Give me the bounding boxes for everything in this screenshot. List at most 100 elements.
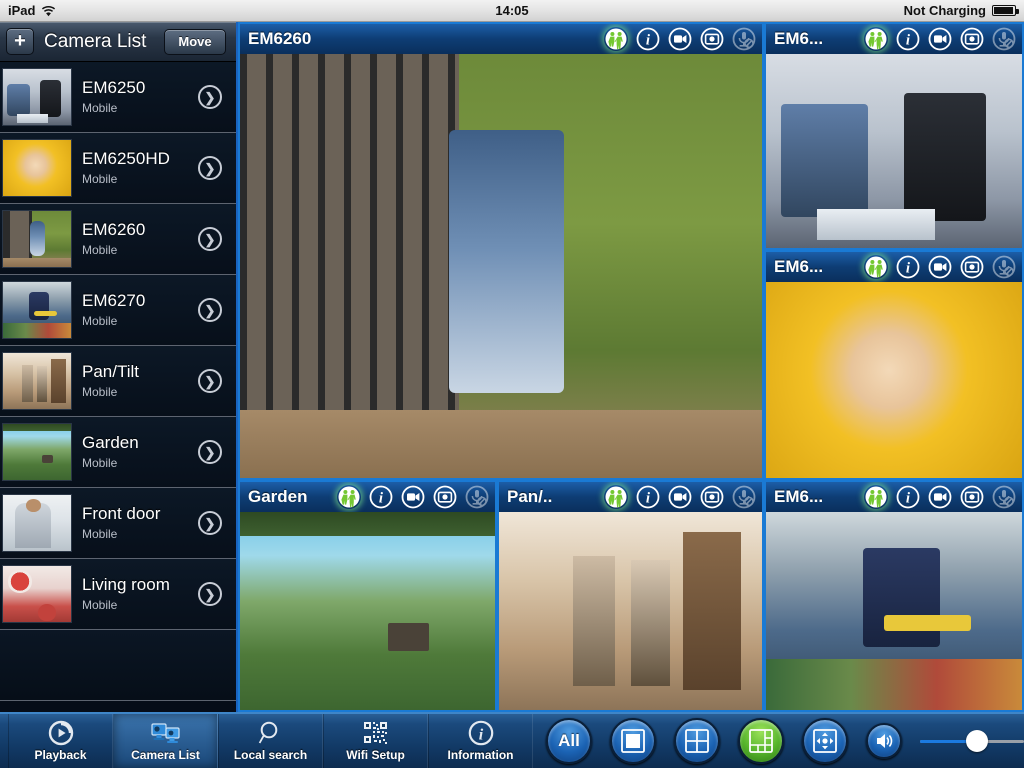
camera-thumbnail — [2, 68, 72, 126]
info-icon[interactable]: i — [896, 255, 920, 279]
camera-meta: EM6250HD Mobile — [82, 149, 198, 187]
camera-list-item[interactable]: EM6260 Mobile ❯ — [0, 204, 236, 275]
pane-title: EM6... — [774, 487, 824, 506]
camera-connection: Mobile — [82, 527, 118, 541]
chevron-right-icon[interactable]: ❯ — [198, 440, 222, 464]
info-icon: i — [468, 720, 493, 746]
speaker-button[interactable] — [866, 723, 902, 759]
info-icon[interactable]: i — [896, 27, 920, 51]
video-pane[interactable]: EM6260 i — [238, 22, 764, 480]
record-video-icon[interactable] — [928, 27, 952, 51]
record-video-icon[interactable] — [928, 255, 952, 279]
snapshot-icon[interactable] — [700, 27, 724, 51]
chevron-right-icon[interactable]: ❯ — [198, 369, 222, 393]
snapshot-icon[interactable] — [960, 485, 984, 509]
camera-list-item[interactable]: EM6250HD Mobile ❯ — [0, 133, 236, 204]
record-video-icon[interactable] — [928, 485, 952, 509]
toolbar-tabs[interactable]: Playback Camera List Local search Wifi S… — [0, 714, 536, 768]
motion-detect-icon[interactable] — [604, 485, 628, 509]
camera-connection: Mobile — [82, 385, 118, 399]
chevron-right-icon[interactable]: ❯ — [198, 85, 222, 109]
chevron-right-icon[interactable]: ❯ — [198, 298, 222, 322]
motion-detect-icon[interactable] — [864, 255, 888, 279]
video-pane[interactable]: Garden i — [238, 480, 497, 712]
toolbar-tab-camera-list[interactable]: Camera List — [113, 714, 218, 768]
camera-list[interactable]: EM6250 Mobile ❯ EM6250HD Mobile ❯ EM6260… — [0, 62, 236, 712]
camera-meta: EM6250 Mobile — [82, 78, 198, 116]
add-camera-button[interactable]: + — [6, 28, 34, 55]
motion-detect-icon[interactable] — [604, 27, 628, 51]
toolbar-tab-wifi-setup[interactable]: Wifi Setup — [323, 714, 428, 768]
info-icon[interactable]: i — [896, 485, 920, 509]
chevron-right-icon[interactable]: ❯ — [198, 156, 222, 180]
camera-meta: Front door Mobile — [82, 504, 198, 542]
chevron-right-icon[interactable]: ❯ — [198, 511, 222, 535]
pane-video[interactable] — [766, 512, 1022, 710]
pane-title: Garden — [248, 487, 308, 506]
camera-list-item[interactable]: Front door Mobile ❯ — [0, 488, 236, 559]
video-pane[interactable]: EM6... i — [764, 480, 1024, 712]
camera-list-item[interactable]: EM6250 Mobile ❯ — [0, 62, 236, 133]
snapshot-icon[interactable] — [700, 485, 724, 509]
camera-list-item[interactable]: Living room Mobile ❯ — [0, 559, 236, 630]
record-video-icon[interactable] — [668, 27, 692, 51]
layout-1-button[interactable] — [610, 718, 656, 764]
info-icon[interactable]: i — [636, 27, 660, 51]
motion-detect-icon[interactable] — [864, 27, 888, 51]
toolbar-tab-playback[interactable]: Playback — [8, 714, 113, 768]
pan-tilt-button[interactable] — [802, 718, 848, 764]
pane-video[interactable] — [499, 512, 762, 710]
pane-video[interactable] — [766, 54, 1022, 248]
snapshot-icon[interactable] — [433, 485, 457, 509]
bottom-toolbar: Playback Camera List Local search Wifi S… — [0, 712, 1024, 768]
motion-detect-icon[interactable] — [337, 485, 361, 509]
pane-icon-group[interactable]: i — [864, 252, 1016, 282]
move-button[interactable]: Move — [164, 28, 226, 55]
camera-name: EM6270 — [82, 291, 146, 310]
chevron-right-icon[interactable]: ❯ — [198, 227, 222, 251]
pane-icon-group[interactable]: i — [864, 24, 1016, 54]
pane-video[interactable] — [240, 54, 762, 478]
pane-icon-group[interactable]: i — [864, 482, 1016, 512]
camera-connection: Mobile — [82, 172, 118, 186]
pane-icon-group[interactable]: i — [337, 482, 489, 512]
pane-icon-group[interactable]: i — [604, 24, 756, 54]
camera-list-item[interactable]: Pan/Tilt Mobile ❯ — [0, 346, 236, 417]
microphone-off-icon[interactable] — [992, 255, 1016, 279]
camera-list-item[interactable]: EM6270 Mobile ❯ — [0, 275, 236, 346]
info-icon[interactable]: i — [369, 485, 393, 509]
camera-list-item[interactable]: Garden Mobile ❯ — [0, 417, 236, 488]
camera-name: Front door — [82, 504, 161, 523]
microphone-off-icon[interactable] — [732, 27, 756, 51]
camera-connection: Mobile — [82, 314, 118, 328]
info-icon[interactable]: i — [636, 485, 660, 509]
video-pane[interactable]: EM6... i — [764, 22, 1024, 250]
layout-6-button[interactable] — [738, 718, 784, 764]
snapshot-icon[interactable] — [960, 255, 984, 279]
camera-connection: Mobile — [82, 243, 118, 257]
record-video-icon[interactable] — [668, 485, 692, 509]
volume-knob[interactable] — [966, 730, 989, 752]
video-pane[interactable]: Pan/.. i — [497, 480, 764, 712]
qr-code-icon — [363, 722, 387, 744]
svg-text:i: i — [646, 491, 651, 507]
camera-thumbnail — [2, 494, 72, 552]
volume-slider[interactable] — [920, 728, 1024, 754]
toolbar-tab-local-search[interactable]: Local search — [218, 714, 323, 768]
motion-detect-icon[interactable] — [864, 485, 888, 509]
chevron-right-icon[interactable]: ❯ — [198, 582, 222, 606]
layout-4-button[interactable] — [674, 718, 720, 764]
pane-icon-group[interactable]: i — [604, 482, 756, 512]
all-cameras-button[interactable]: All — [546, 718, 592, 764]
microphone-off-icon[interactable] — [992, 27, 1016, 51]
microphone-off-icon[interactable] — [992, 485, 1016, 509]
microphone-off-icon[interactable] — [732, 485, 756, 509]
snapshot-icon[interactable] — [960, 27, 984, 51]
record-video-icon[interactable] — [401, 485, 425, 509]
pane-video[interactable] — [240, 512, 495, 710]
pane-video[interactable] — [766, 282, 1022, 478]
toolbar-controls[interactable]: All — [536, 714, 1024, 768]
microphone-off-icon[interactable] — [465, 485, 489, 509]
toolbar-tab-information[interactable]: i Information — [428, 714, 533, 768]
video-pane[interactable]: EM6... i — [764, 250, 1024, 480]
